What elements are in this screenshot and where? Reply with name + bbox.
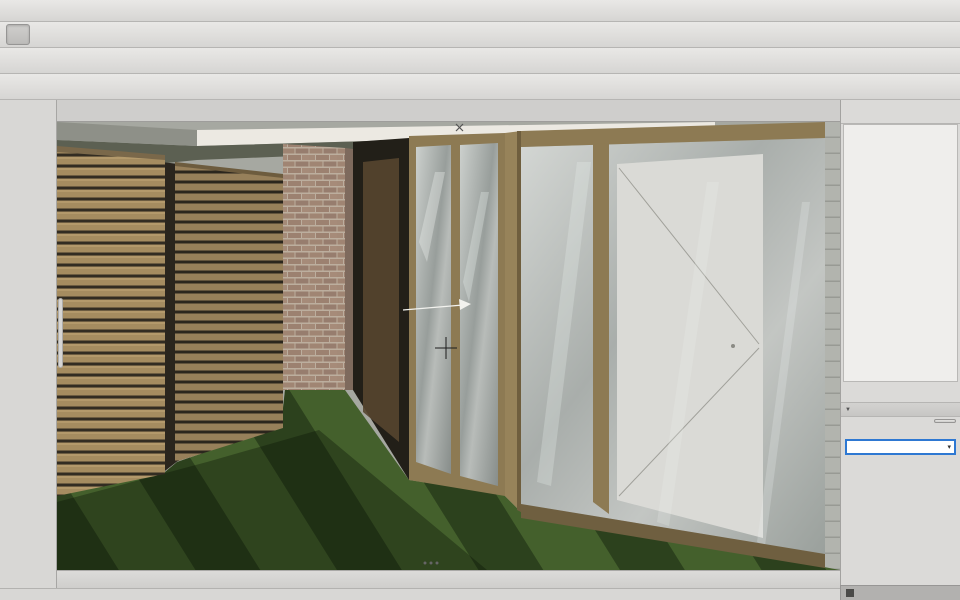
archicad-window: ▼ ▾ bbox=[0, 0, 960, 600]
chevron-down-icon: ▾ bbox=[947, 444, 951, 451]
graphisoft-logo-icon bbox=[846, 589, 854, 597]
navigator-panel: ▼ ▾ bbox=[840, 100, 960, 585]
toolbox-palette bbox=[0, 100, 57, 588]
document-tab-bar bbox=[57, 100, 840, 122]
palette-scrollbar[interactable] bbox=[58, 298, 63, 368]
renovation-filter-select[interactable]: ▾ bbox=[845, 439, 956, 455]
settings-button[interactable] bbox=[934, 419, 956, 423]
viewport-bottom-bar bbox=[57, 570, 840, 588]
quick-access-row bbox=[0, 74, 960, 100]
toolbar-row-3 bbox=[0, 48, 960, 74]
navigator-actions bbox=[841, 382, 960, 402]
3d-window-button[interactable] bbox=[6, 24, 30, 45]
status-bar bbox=[0, 588, 840, 600]
toolbar-row-1 bbox=[0, 0, 960, 22]
toolbar-row-2 bbox=[0, 22, 960, 48]
view-map-tree bbox=[843, 124, 958, 382]
graphisoft-id-bar[interactable] bbox=[840, 585, 960, 600]
renovation-filter-row: ▾ bbox=[841, 437, 960, 457]
navigator-header bbox=[841, 100, 960, 124]
selection-tools bbox=[0, 108, 56, 113]
3d-viewport[interactable] bbox=[57, 122, 840, 570]
3d-scene bbox=[57, 122, 840, 570]
collapse-triangle-icon: ▼ bbox=[845, 406, 851, 413]
settings-row bbox=[841, 417, 960, 425]
properties-header[interactable]: ▼ bbox=[841, 402, 960, 417]
